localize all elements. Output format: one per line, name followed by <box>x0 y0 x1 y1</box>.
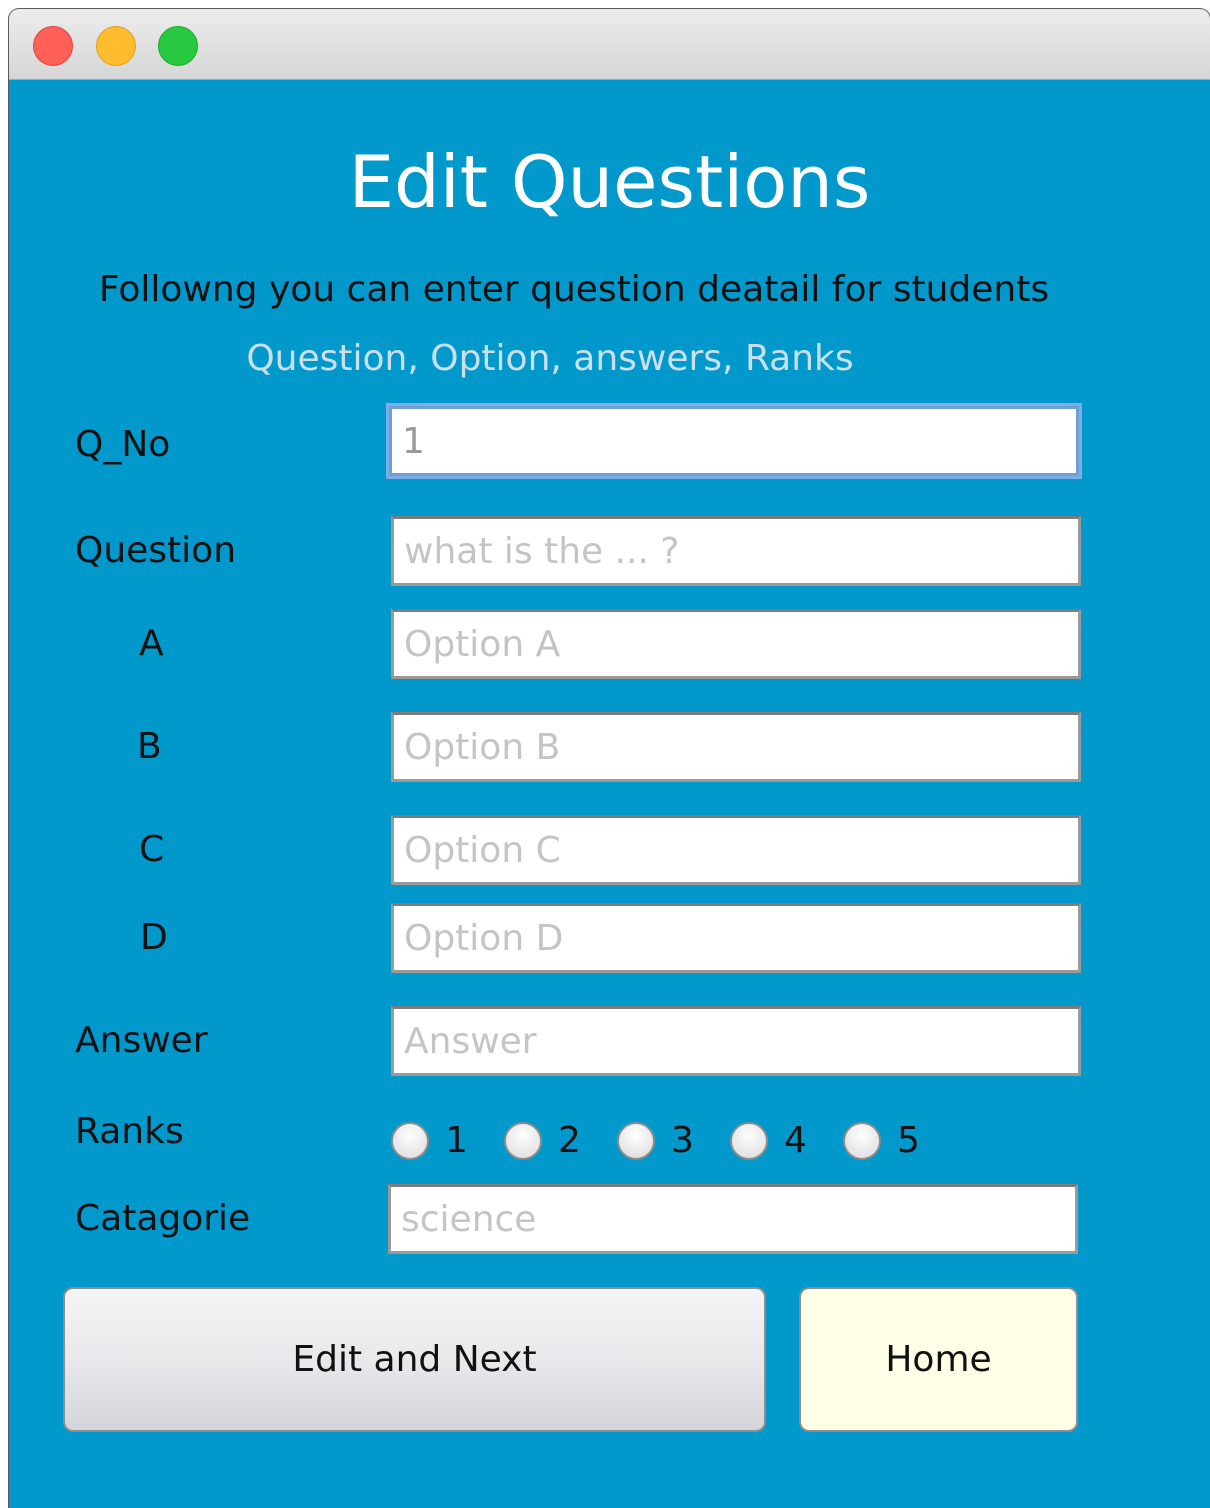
rank-radio-label: 2 <box>558 1120 581 1161</box>
option-d-label: D <box>140 917 168 958</box>
question-input[interactable] <box>391 516 1081 586</box>
question-label: Question <box>75 530 237 571</box>
option-c-input[interactable] <box>391 815 1081 885</box>
close-window-icon[interactable] <box>33 26 73 66</box>
rank-radio-label: 5 <box>897 1120 920 1161</box>
minimize-window-icon[interactable] <box>96 26 136 66</box>
option-c-label: C <box>139 829 165 870</box>
answer-input[interactable] <box>391 1006 1081 1076</box>
rank-radio-2[interactable]: 2 <box>504 1116 581 1166</box>
rank-radio-label: 3 <box>671 1120 694 1161</box>
rank-radio-label: 4 <box>784 1120 807 1161</box>
radio-circle-icon[interactable] <box>730 1122 768 1160</box>
option-a-input[interactable] <box>391 609 1081 679</box>
rank-radio-3[interactable]: 3 <box>617 1116 694 1166</box>
radio-circle-icon[interactable] <box>617 1122 655 1160</box>
app-window: Edit Questions Followng you can enter qu… <box>9 9 1210 1508</box>
rank-radio-label: 1 <box>445 1120 468 1161</box>
rank-radio-1[interactable]: 1 <box>391 1116 468 1166</box>
rank-radio-5[interactable]: 5 <box>843 1116 920 1166</box>
ranks-label: Ranks <box>75 1111 184 1152</box>
category-label: Catagorie <box>75 1198 251 1239</box>
option-d-input[interactable] <box>391 903 1081 973</box>
radio-circle-icon[interactable] <box>504 1122 542 1160</box>
page-title: Edit Questions <box>348 140 871 224</box>
qno-label: Q_No <box>75 424 171 465</box>
page-subtitle: Followng you can enter question deatail … <box>98 269 1050 310</box>
title-bar <box>9 9 1210 80</box>
radio-circle-icon[interactable] <box>843 1122 881 1160</box>
option-b-label: B <box>137 726 162 767</box>
page-hint: Question, Option, answers, Ranks <box>246 338 854 379</box>
option-a-label: A <box>139 623 164 664</box>
answer-label: Answer <box>75 1020 208 1061</box>
home-button[interactable]: Home <box>799 1287 1078 1432</box>
category-input[interactable] <box>388 1184 1078 1254</box>
radio-circle-icon[interactable] <box>391 1122 429 1160</box>
option-b-input[interactable] <box>391 712 1081 782</box>
qno-input[interactable] <box>389 406 1079 476</box>
edit-and-next-button[interactable]: Edit and Next <box>63 1287 766 1432</box>
rank-radio-4[interactable]: 4 <box>730 1116 807 1166</box>
maximize-window-icon[interactable] <box>158 26 198 66</box>
